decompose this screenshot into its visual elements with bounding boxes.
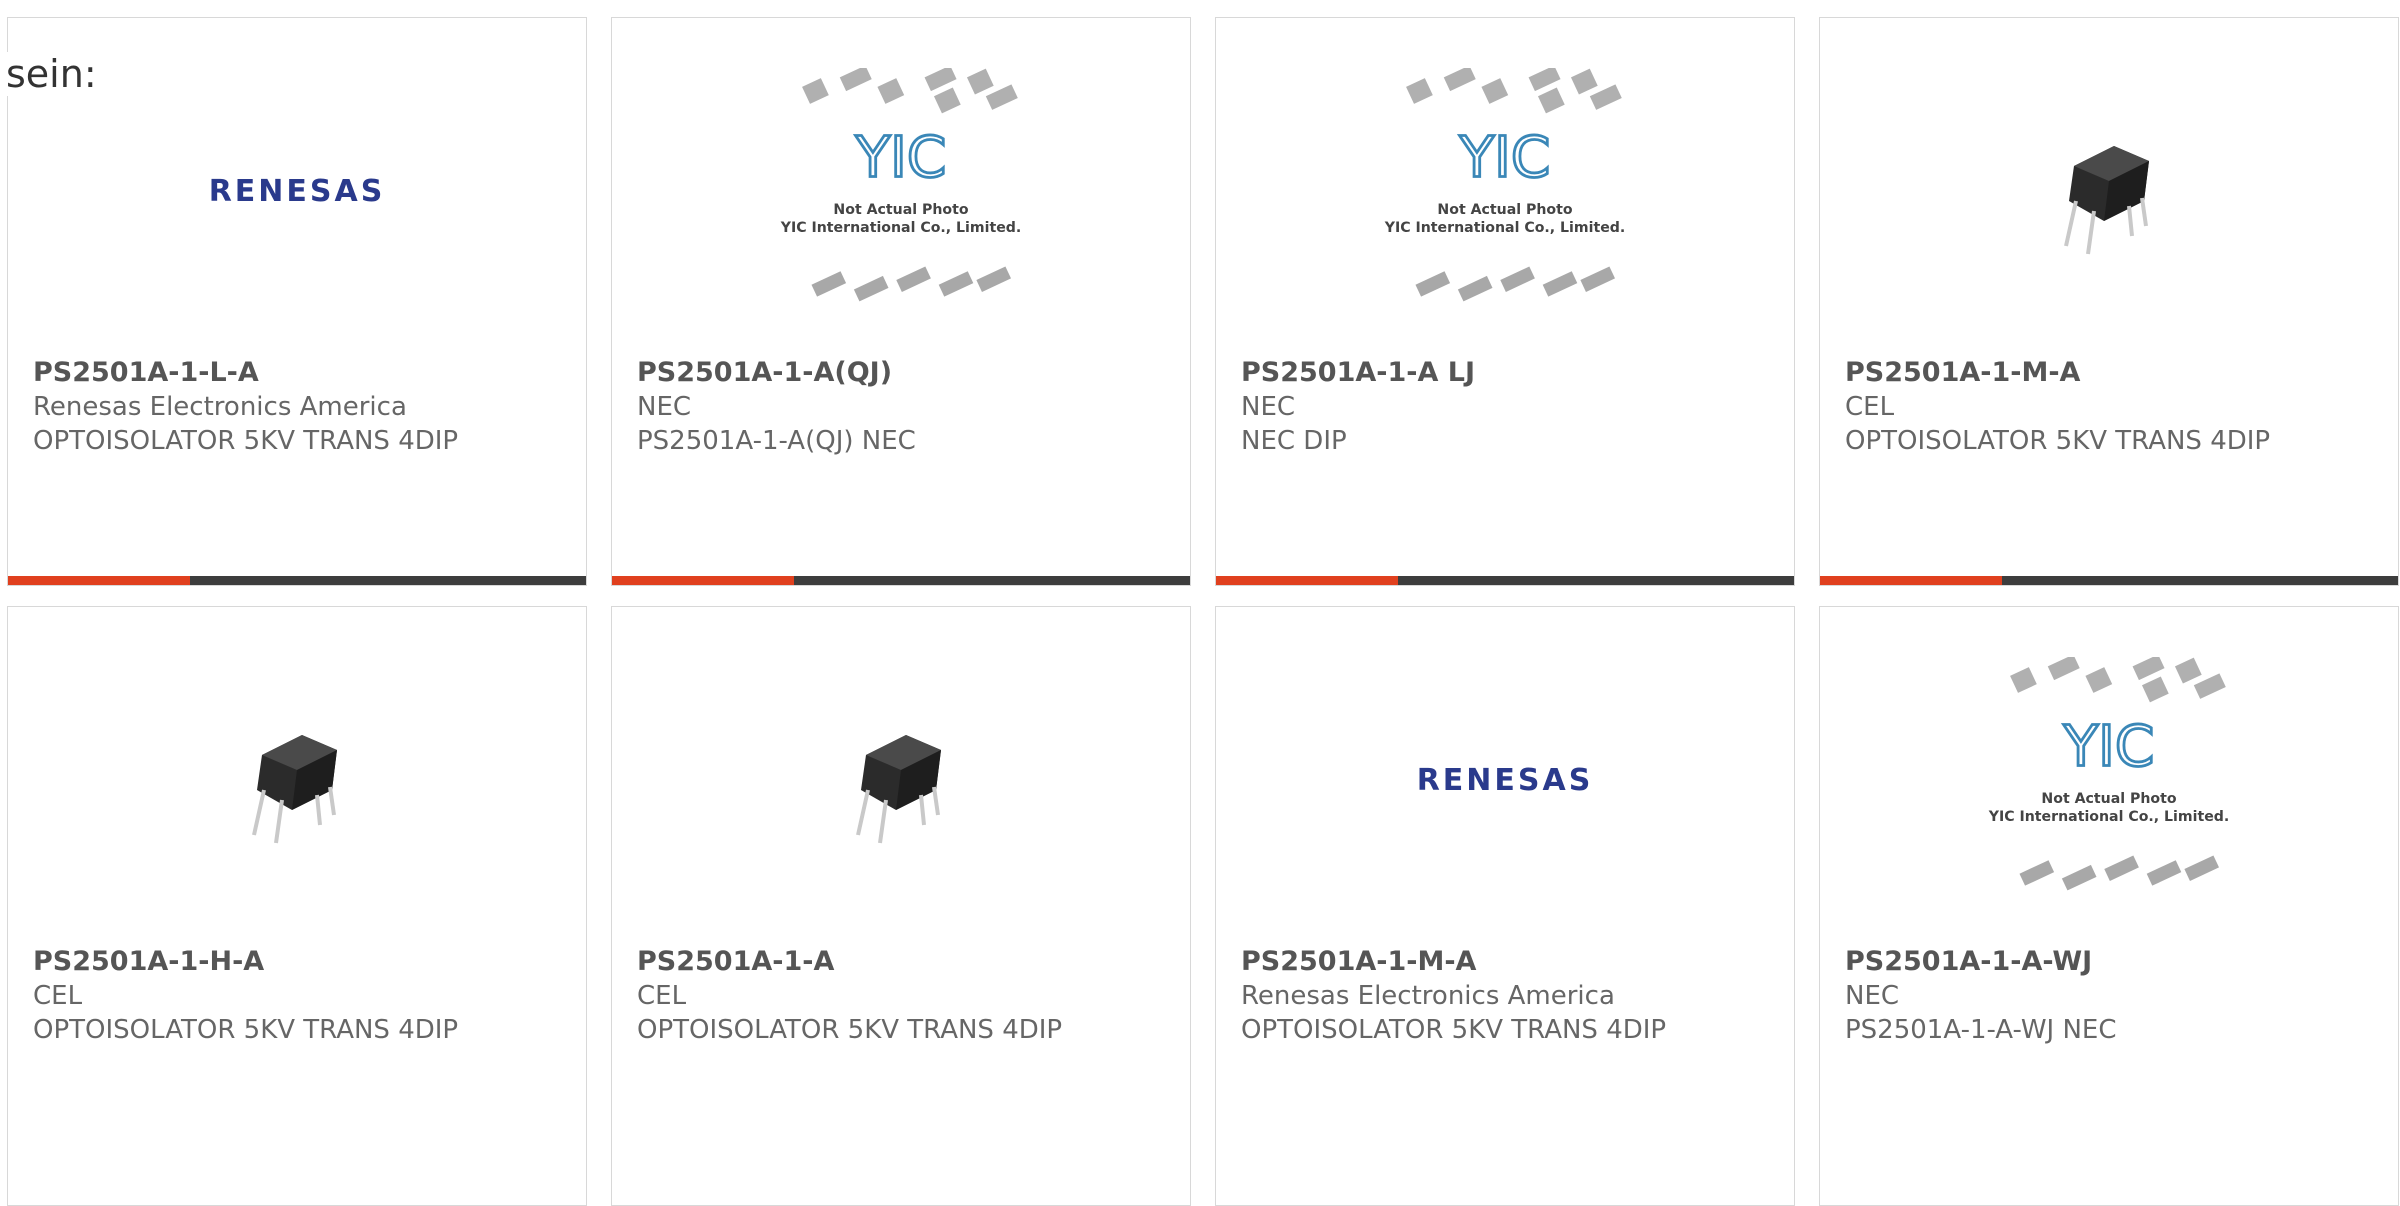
product-card[interactable]: RENESAS PS2501A-1-M-A Renesas Electronics … <box>1215 606 1795 1206</box>
manufacturer: NEC <box>637 392 692 422</box>
renesas-logo: RENESAS <box>209 174 386 209</box>
product-info: PS2501A-1-A CEL OPTOISOLATOR 5KV TRANS 4DI… <box>637 945 1180 1047</box>
product-description: OPTOISOLATOR 5KV TRANS 4DIP <box>1845 426 2271 456</box>
product-card[interactable]: YIC Not Actual Photo YIC International Co.… <box>611 17 1191 586</box>
product-description: OPTOISOLATOR 5KV TRANS 4DIP <box>33 426 459 456</box>
product-image[interactable] <box>612 607 1190 952</box>
card-footer-bar <box>1216 576 1794 585</box>
product-info: PS2501A-1-H-A CEL OPTOISOLATOR 5KV TRANS 4… <box>33 945 576 1047</box>
manufacturer: CEL <box>33 981 83 1011</box>
svg-text:YIC International Co., Limited: YIC International Co., Limited. <box>780 220 1022 236</box>
product-card[interactable]: YIC Not Actual Photo YIC International Co.… <box>1819 606 2399 1206</box>
product-card[interactable]: YIC Not Actual Photo YIC International Co.… <box>1215 17 1795 586</box>
product-image[interactable]: YIC Not Actual Photo YIC International Co.… <box>1820 607 2398 952</box>
part-number-link[interactable]: PS2501A-1-A(QJ) <box>637 356 1180 390</box>
optoisolator-chip-image <box>252 734 337 843</box>
card-accent-stripe <box>612 576 794 585</box>
card-accent-stripe <box>1820 576 2002 585</box>
card-footer-bar <box>612 576 1190 585</box>
svg-text:YIC: YIC <box>855 125 947 190</box>
renesas-logo: RENESAS <box>1417 763 1594 798</box>
product-info: PS2501A-1-M-A Renesas Electronics America… <box>1241 945 1784 1047</box>
card-accent-stripe <box>8 576 190 585</box>
part-number-link[interactable]: PS2501A-1-M-A <box>1845 356 2388 390</box>
manufacturer: Renesas Electronics America <box>33 392 407 422</box>
card-footer-bar <box>8 576 586 585</box>
product-info: PS2501A-1-A LJ NEC NEC DIP <box>1241 356 1784 458</box>
svg-text:Not Actual Photo: Not Actual Photo <box>1437 202 1572 218</box>
not-actual-photo-placeholder: YIC Not Actual Photo YIC International Co.… <box>1384 68 1626 302</box>
card-footer-bar <box>1820 576 2398 585</box>
manufacturer: Renesas Electronics America <box>1241 981 1615 1011</box>
not-actual-photo-placeholder: YIC Not Actual Photo YIC International Co.… <box>780 68 1022 302</box>
product-image[interactable]: RENESAS <box>1216 607 1794 952</box>
manufacturer: NEC <box>1241 392 1296 422</box>
product-image[interactable]: YIC Not Actual Photo YIC International Co.… <box>1216 18 1794 363</box>
svg-text:YIC International Co., Limited: YIC International Co., Limited. <box>1988 809 2230 825</box>
part-number-link[interactable]: PS2501A-1-M-A <box>1241 945 1784 979</box>
part-number-link[interactable]: PS2501A-1-H-A <box>33 945 576 979</box>
section-heading: sein: <box>6 52 97 96</box>
svg-text:Not Actual Photo: Not Actual Photo <box>2041 791 2176 807</box>
product-card[interactable]: RENESAS PS2501A-1-L-A Renesas Electronics … <box>7 17 587 586</box>
product-info: PS2501A-1-L-A Renesas Electronics America… <box>33 356 576 458</box>
product-description: OPTOISOLATOR 5KV TRANS 4DIP <box>33 1015 459 1045</box>
card-accent-stripe <box>1216 576 1398 585</box>
not-actual-photo-placeholder: YIC Not Actual Photo YIC International Co.… <box>1988 657 2230 891</box>
product-description: OPTOISOLATOR 5KV TRANS 4DIP <box>1241 1015 1667 1045</box>
svg-text:YIC: YIC <box>1459 125 1551 190</box>
manufacturer: CEL <box>637 981 687 1011</box>
product-description: NEC DIP <box>1241 426 1347 456</box>
svg-text:RENESAS: RENESAS <box>209 174 386 209</box>
product-info: PS2501A-1-M-A CEL OPTOISOLATOR 5KV TRANS 4… <box>1845 356 2388 458</box>
svg-text:YIC International Co., Limited: YIC International Co., Limited. <box>1384 220 1626 236</box>
product-info: PS2501A-1-A(QJ) NEC PS2501A-1-A(QJ) NEC <box>637 356 1180 458</box>
optoisolator-chip-image <box>2064 145 2149 254</box>
manufacturer: CEL <box>1845 392 1895 422</box>
svg-text:RENESAS: RENESAS <box>1417 763 1594 798</box>
product-description: PS2501A-1-A-WJ NEC <box>1845 1015 2117 1045</box>
product-description: OPTOISOLATOR 5KV TRANS 4DIP <box>637 1015 1063 1045</box>
optoisolator-chip-image <box>856 734 941 843</box>
product-grid: RENESAS PS2501A-1-L-A Renesas Electronics … <box>0 0 2400 1206</box>
part-number-link[interactable]: PS2501A-1-A <box>637 945 1180 979</box>
product-image[interactable] <box>1820 18 2398 363</box>
product-card[interactable]: PS2501A-1-M-A CEL OPTOISOLATOR 5KV TRANS 4… <box>1819 17 2399 586</box>
product-description: PS2501A-1-A(QJ) NEC <box>637 426 916 456</box>
product-image[interactable]: YIC Not Actual Photo YIC International Co.… <box>612 18 1190 363</box>
product-card[interactable]: PS2501A-1-A CEL OPTOISOLATOR 5KV TRANS 4DI… <box>611 606 1191 1206</box>
part-number-link[interactable]: PS2501A-1-A LJ <box>1241 356 1784 390</box>
product-info: PS2501A-1-A-WJ NEC PS2501A-1-A-WJ NEC <box>1845 945 2388 1047</box>
svg-text:Not Actual Photo: Not Actual Photo <box>833 202 968 218</box>
svg-text:YIC: YIC <box>2063 714 2155 779</box>
product-card[interactable]: PS2501A-1-H-A CEL OPTOISOLATOR 5KV TRANS 4… <box>7 606 587 1206</box>
product-image[interactable] <box>8 607 586 952</box>
manufacturer: NEC <box>1845 981 1900 1011</box>
part-number-link[interactable]: PS2501A-1-L-A <box>33 356 576 390</box>
part-number-link[interactable]: PS2501A-1-A-WJ <box>1845 945 2388 979</box>
